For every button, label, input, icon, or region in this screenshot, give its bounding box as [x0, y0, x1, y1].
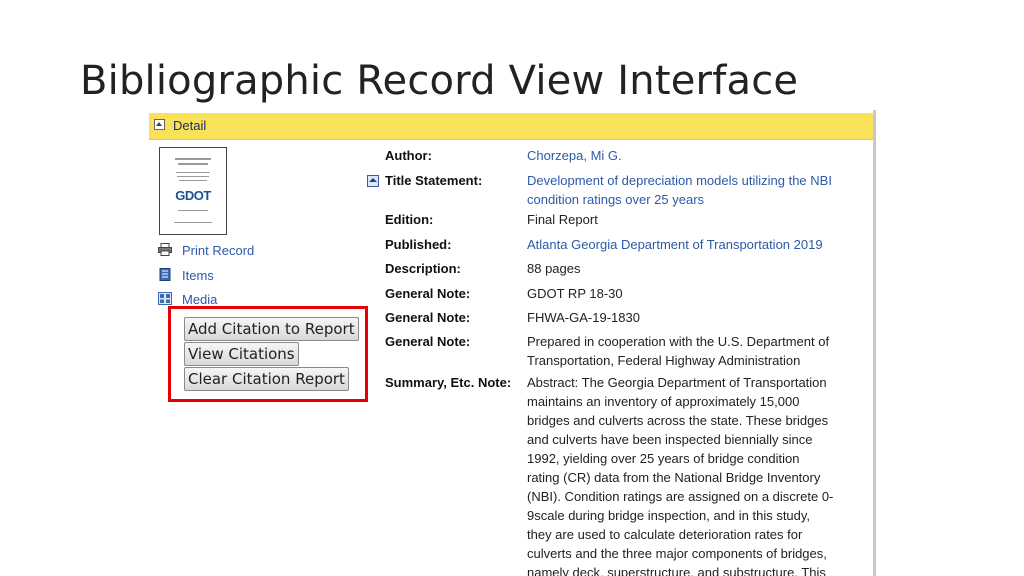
description-label: Description: [385, 261, 461, 276]
add-citation-button[interactable]: Add Citation to Report [184, 317, 359, 341]
media-label: Media [182, 292, 218, 307]
printer-icon [158, 243, 172, 256]
title-line-2: condition ratings over 25 years [527, 192, 705, 207]
published-label: Published: [385, 237, 452, 252]
summary-line: maintains an inventory of approximately … [527, 394, 800, 409]
published-link[interactable]: Atlanta Georgia Department of Transporta… [527, 235, 867, 254]
title-link[interactable]: Development of depreciation models utili… [527, 171, 867, 209]
summary-line: 9scale during bridge inspection, and in … [527, 508, 811, 523]
description-value: 88 pages [527, 261, 581, 276]
collapse-icon[interactable] [154, 119, 165, 130]
summary-line: culverts and the three major components … [527, 546, 827, 561]
author-label: Author: [385, 148, 432, 163]
summary-line: and culverts have been inspected biennia… [527, 432, 813, 447]
detail-label: Detail [173, 118, 207, 133]
slide-title: Bibliographic Record View Interface [80, 58, 799, 104]
citation-buttons-highlight: Add Citation to Report View Citations Cl… [168, 306, 368, 402]
general-note-value: Prepared in cooperation with the U.S. De… [527, 332, 867, 370]
clear-citation-report-button[interactable]: Clear Citation Report [184, 367, 349, 391]
general-note-value: GDOT RP 18-30 [527, 286, 623, 301]
general-note-label: General Note: [385, 310, 471, 325]
general-note-label: General Note: [385, 286, 471, 301]
summary-line: bridges and culverts across the state. T… [527, 413, 829, 428]
author-link[interactable]: Chorzepa, Mi G. [527, 146, 867, 165]
gdot-logo: GDOT [175, 188, 211, 203]
summary-line: 1992, yielding over 25 years of bridge c… [527, 451, 800, 466]
items-label: Items [182, 268, 214, 283]
summary-line: namely deck, superstructure, and substru… [527, 565, 826, 576]
items-icon [159, 268, 171, 281]
summary-label: Summary, Etc. Note: [385, 375, 512, 390]
view-citations-button[interactable]: View Citations [184, 342, 299, 366]
title-label: Title Statement: [385, 173, 483, 188]
general-note-line-2: Transportation, Federal Highway Administ… [527, 353, 801, 368]
summary-line: they are used to calculate deterioration… [527, 527, 803, 542]
title-expand-icon[interactable] [367, 175, 379, 187]
general-note-line-1: Prepared in cooperation with the U.S. De… [527, 334, 830, 349]
media-icon [158, 292, 172, 305]
print-record-label: Print Record [182, 243, 255, 258]
general-note-value: FHWA-GA-19-1830 [527, 310, 640, 325]
summary-value: Abstract: The Georgia Department of Tran… [527, 373, 867, 576]
detail-header-bar[interactable]: Detail [149, 113, 873, 140]
general-note-label: General Note: [385, 334, 471, 349]
summary-line: Abstract: The Georgia Department of Tran… [527, 375, 827, 390]
summary-line: rating (CR) data from the National Bridg… [527, 470, 821, 485]
title-line-1: Development of depreciation models utili… [527, 173, 832, 188]
edition-label: Edition: [385, 212, 434, 227]
cover-thumbnail[interactable]: GDOT [159, 147, 227, 235]
summary-line: (NBI). Condition ratings are assigned on… [527, 489, 834, 504]
edition-value: Final Report [527, 212, 598, 227]
